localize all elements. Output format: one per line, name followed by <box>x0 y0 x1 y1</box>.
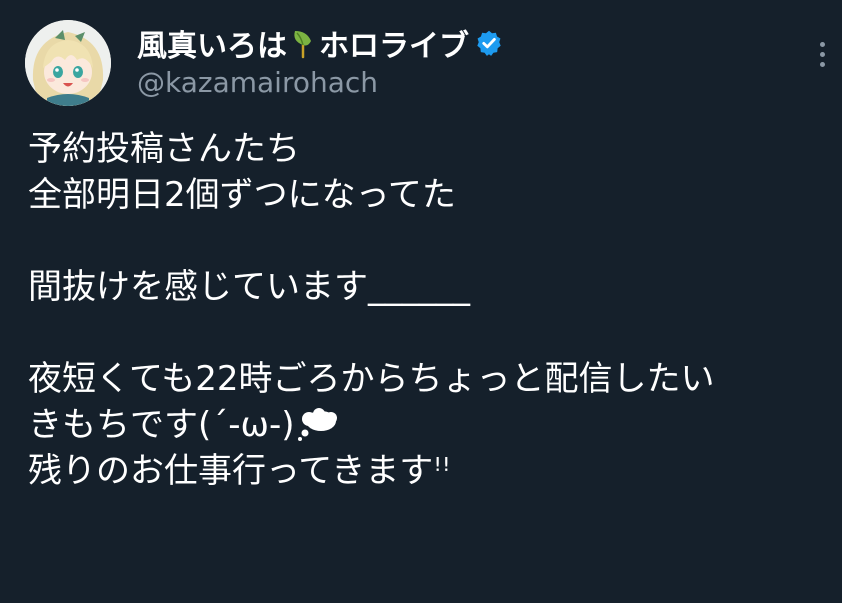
tweet-line: 残りのお仕事行ってきますꜝꜝ <box>28 451 451 491</box>
tweet-line: 予約投稿さんたち <box>28 129 300 169</box>
tweet: 風真いろは ホロライブ @kazamairohach 予約投稿さんたち 全部明日… <box>0 0 842 603</box>
verified-badge-icon[interactable] <box>475 29 503 57</box>
tweet-line: 全部明日2個ずつになってた <box>28 175 456 215</box>
name-row[interactable]: 風真いろは ホロライブ <box>137 21 503 65</box>
tweet-line: 夜短くても22時ごろからちょっと配信したい <box>28 359 715 399</box>
character-avatar-icon <box>25 20 111 106</box>
display-name[interactable]: 風真いろは <box>137 21 287 65</box>
tweet-line-with-emoji: きもちです(´-ω-) <box>28 402 838 448</box>
user-handle[interactable]: @kazamairohach <box>137 66 378 99</box>
display-name-suffix[interactable]: ホロライブ <box>319 21 469 65</box>
tweet-text: 予約投稿さんたち 全部明日2個ずつになってた 間抜けを感じています______ … <box>28 126 838 494</box>
tweet-line-text: きもちです(´-ω-) <box>28 405 295 445</box>
leaf-icon <box>294 31 311 59</box>
thought-balloon-icon <box>297 408 337 441</box>
avatar[interactable] <box>25 20 111 106</box>
tweet-line: 間抜けを感じています______ <box>28 267 470 307</box>
more-options-icon[interactable] <box>806 38 838 70</box>
